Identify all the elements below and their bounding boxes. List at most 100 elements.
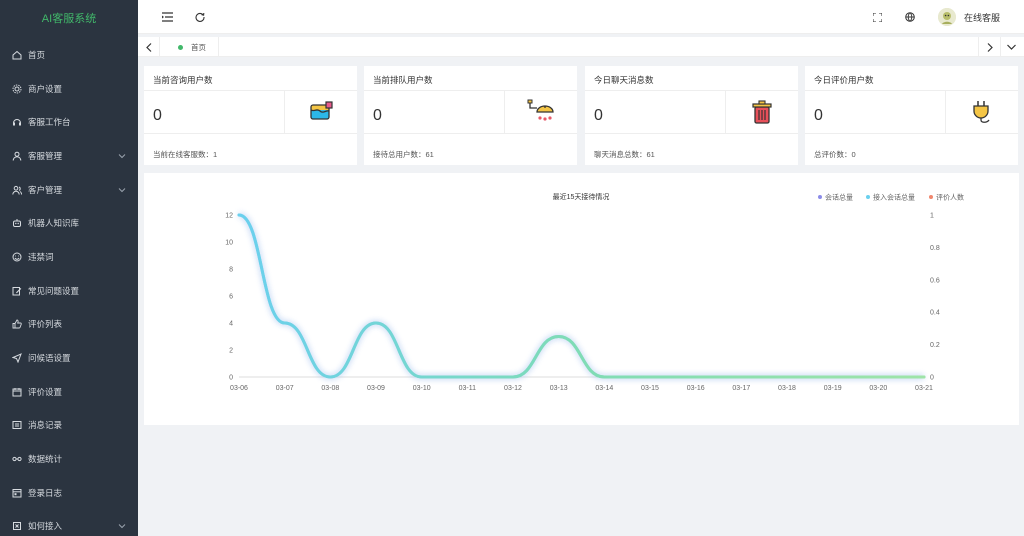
sidebar-item-label: 评价列表 xyxy=(28,319,63,330)
trash-can-icon xyxy=(752,100,772,124)
sidebar-item-label: 常见问题设置 xyxy=(28,285,80,296)
x-tick-label: 03-16 xyxy=(687,385,705,392)
chart-icon xyxy=(12,454,22,464)
sidebar-item-label: 数据统计 xyxy=(28,454,63,465)
active-tab-dot xyxy=(178,44,183,50)
plug-icon xyxy=(973,101,990,123)
chevron-right-icon xyxy=(987,42,993,52)
fullscreen-icon[interactable] xyxy=(871,11,883,23)
tabs-bar: 首页 xyxy=(138,37,1024,57)
sidebar-item-label: 问候语设置 xyxy=(28,353,71,364)
legend-label[interactable]: 评价人数 xyxy=(936,193,964,202)
card-value: 0 xyxy=(153,107,162,124)
tabs-dropdown-button[interactable] xyxy=(1000,37,1022,57)
sidebar-item-5[interactable]: 机器人知识库 xyxy=(0,206,138,240)
sidebar-item-11[interactable]: 消息记录 xyxy=(0,409,138,443)
sidebar-item-10[interactable]: 评价设置 xyxy=(0,375,138,409)
home-icon xyxy=(12,50,22,60)
users-icon xyxy=(12,185,22,195)
tab-home-label: 首页 xyxy=(191,42,206,52)
brand-title: AI客服系统 xyxy=(41,13,97,25)
chevron-down-icon xyxy=(1007,44,1016,50)
sidebar-item-3[interactable]: 客服管理 xyxy=(0,139,138,173)
log-icon xyxy=(12,488,22,498)
sidebar-item-1[interactable]: 商户设置 xyxy=(0,72,138,106)
sidebar-item-label: 评价设置 xyxy=(28,386,63,397)
stat-card-today-messages: 今日聊天消息数 0 聊天消息总数：61 xyxy=(585,66,798,165)
language-globe-icon[interactable] xyxy=(904,11,916,23)
tabs-scroll-right-button[interactable] xyxy=(978,37,1000,57)
x-tick-label: 03-18 xyxy=(778,385,796,392)
refresh-icon[interactable] xyxy=(194,11,206,23)
sidebar-item-8[interactable]: 评价列表 xyxy=(0,308,138,342)
legend-label[interactable]: 接入会话总量 xyxy=(873,193,915,202)
shower-icon xyxy=(527,99,554,121)
chevron-left-icon xyxy=(145,42,151,52)
sidebar-item-6[interactable]: 违禁词 xyxy=(0,240,138,274)
x-tick-label: 03-08 xyxy=(321,385,339,392)
sidebar-item-12[interactable]: 数据统计 xyxy=(0,442,138,476)
top-header: 在线客服 xyxy=(138,0,1024,34)
legend-label[interactable]: 会话总量 xyxy=(825,193,853,202)
sidebar-item-label: 消息记录 xyxy=(28,420,63,431)
tabs-scroll-left-button[interactable] xyxy=(138,37,160,57)
series-glow xyxy=(238,212,924,380)
message-icon xyxy=(12,420,22,430)
chevron-down-icon xyxy=(118,186,126,194)
y-left-tick-label: 6 xyxy=(229,294,233,301)
sidebar-item-label: 客服工作台 xyxy=(28,117,71,128)
sidebar-item-0[interactable]: 首页 xyxy=(0,38,138,72)
menu-fold-icon[interactable] xyxy=(161,11,173,23)
y-right-tick-label: 0.8 xyxy=(930,245,940,252)
username[interactable]: 在线客服 xyxy=(964,11,1000,24)
x-tick-label: 03-17 xyxy=(732,385,750,392)
reception-line-chart: 最近15天接待情况 会话总量 接入会话总量 评价人数 024681012 00.20… xyxy=(225,192,964,392)
sidebar-menu: 首页 商户设置客服工作台客服管理 客户管理机器人知识库 违禁词常见问题设置 评价列表问候… xyxy=(0,38,138,536)
y-right-tick-label: 0.4 xyxy=(930,310,940,317)
edit-icon xyxy=(12,286,22,296)
y-right-tick-label: 0.2 xyxy=(930,342,940,349)
avatar[interactable] xyxy=(938,8,956,26)
tab-home[interactable]: 首页 xyxy=(166,37,219,57)
sidebar-item-13[interactable]: 登录日志 xyxy=(0,476,138,510)
sidebar-item-4[interactable]: 客户管理 xyxy=(0,173,138,207)
y-axis-left: 0 2 4 6 8 10 12 xyxy=(225,213,233,382)
user-icon xyxy=(12,151,22,161)
card-title: 当前排队用户数 xyxy=(373,75,433,85)
x-tick-label: 03-12 xyxy=(504,385,522,392)
x-tick-label: 03-20 xyxy=(869,385,887,392)
y-left-tick-label: 12 xyxy=(225,213,233,220)
gear-icon xyxy=(12,84,22,94)
y-left-tick-label: 4 xyxy=(229,321,233,328)
sidebar-item-7[interactable]: 常见问题设置 xyxy=(0,274,138,308)
sidebar-item-9[interactable]: 问候语设置 xyxy=(0,341,138,375)
y-left-tick-label: 8 xyxy=(229,267,233,274)
card-footer: 总评价数：0 xyxy=(814,150,856,159)
x-tick-label: 03-06 xyxy=(230,385,248,392)
x-tick-label: 03-10 xyxy=(413,385,431,392)
legend-marker xyxy=(929,195,933,199)
x-tick-label: 03-13 xyxy=(550,385,568,392)
sidebar-item-label: 机器人知识库 xyxy=(28,218,80,229)
x-tick-label: 03-21 xyxy=(915,385,933,392)
x-tick-label: 03-19 xyxy=(824,385,842,392)
calendar-icon xyxy=(12,387,22,397)
chart-title: 最近15天接待情况 xyxy=(553,192,610,201)
card-value: 0 xyxy=(373,107,382,124)
legend-marker xyxy=(818,195,822,199)
card-title: 今日评价用户数 xyxy=(814,75,874,85)
chevron-down-icon xyxy=(118,152,126,160)
card-title: 今日聊天消息数 xyxy=(594,75,654,85)
smile-icon xyxy=(12,252,22,262)
sidebar-item-14[interactable]: 如何接入 xyxy=(0,510,138,536)
robot-icon xyxy=(12,218,22,228)
reception-chart-panel: 最近15天接待情况 会话总量 接入会话总量 评价人数 0 2 4 6 8 10 12 0 0.2 0… xyxy=(144,173,1019,425)
send-icon xyxy=(12,353,22,364)
sidebar-item-2[interactable]: 客服工作台 xyxy=(0,105,138,139)
card-footer: 接待总用户数：61 xyxy=(373,150,434,159)
sidebar-item-label: 违禁词 xyxy=(28,251,54,262)
y-axis-right: 0 0.2 0.4 0.6 0.8 1 xyxy=(930,213,940,382)
chevron-down-icon xyxy=(118,522,126,530)
chart-legend: 会话总量 接入会话总量 评价人数 xyxy=(818,193,964,202)
card-value: 0 xyxy=(814,107,823,124)
